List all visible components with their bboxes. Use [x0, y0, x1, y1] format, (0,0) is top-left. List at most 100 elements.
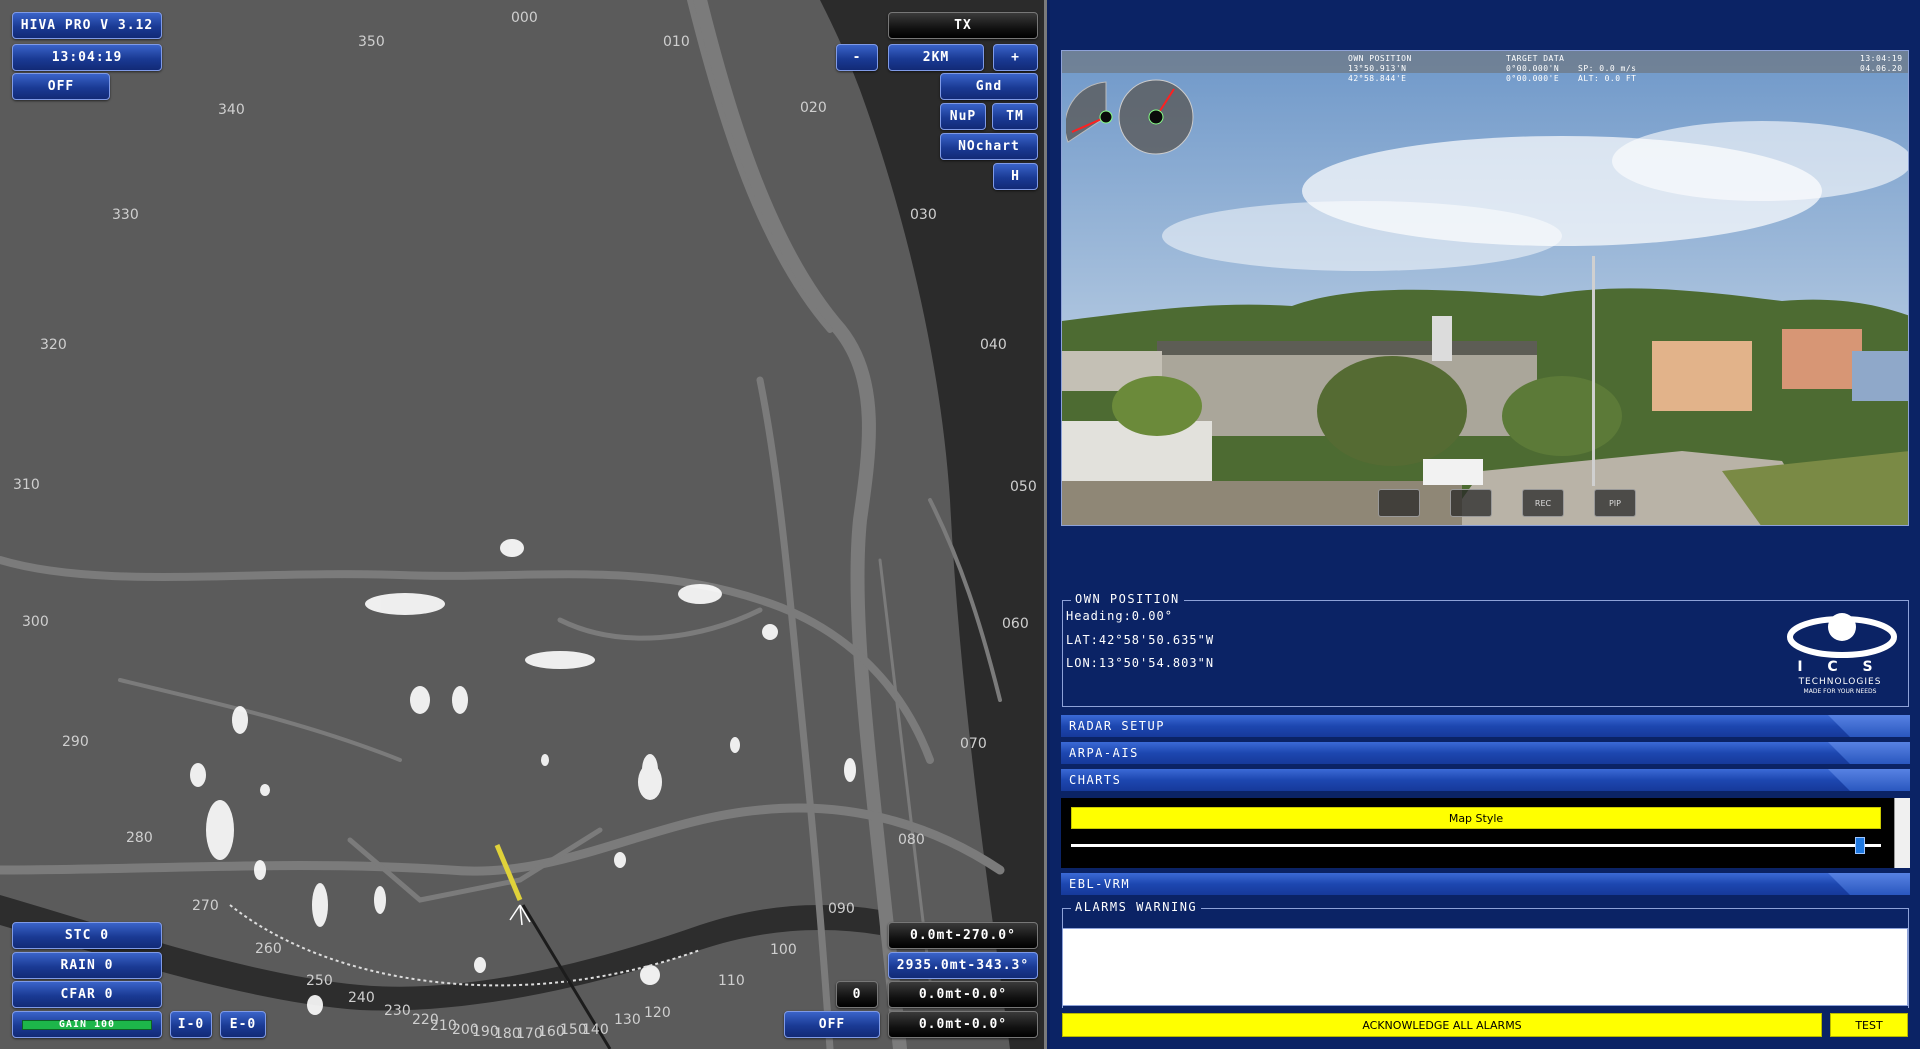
range-display: 2KM: [888, 44, 984, 71]
bearing-label: 350: [358, 34, 385, 50]
radar-setup-section[interactable]: RADAR SETUP: [1061, 715, 1910, 737]
camera-down-button[interactable]: [1450, 489, 1492, 517]
bearing-label: 310: [13, 477, 40, 493]
camera-own-position-label: OWN POSITION: [1348, 54, 1412, 63]
camera-feed[interactable]: OWN POSITION 13°50.913'N 42°58.844'E TAR…: [1061, 50, 1909, 526]
ics-logo-icon: [1787, 613, 1897, 658]
map-style-slider-track[interactable]: [1071, 844, 1881, 847]
camera-target-lat: 0°00.000'N: [1506, 64, 1560, 73]
bearing-label: 070: [960, 736, 987, 752]
radar-map: [0, 0, 1044, 1049]
ics-logo-name: TECHNOLOGIES: [1798, 677, 1882, 687]
bearing-label: 270: [192, 898, 219, 914]
radar-setup-label: RADAR SETUP: [1069, 719, 1165, 733]
bearing-label: 000: [511, 10, 538, 26]
range-decrease-button[interactable]: -: [836, 44, 878, 71]
ebl-vrm-label: EBL-VRM: [1069, 877, 1131, 891]
bearing-label: 100: [770, 942, 797, 958]
bearing-label: 330: [112, 207, 139, 223]
bearing-label: 260: [255, 941, 282, 957]
bearing-label: 060: [1002, 616, 1029, 632]
camera-target-lon: 0°00.000'E: [1506, 74, 1560, 83]
camera-header-overlay: [1062, 51, 1908, 73]
h-button[interactable]: H: [993, 163, 1038, 190]
arpa-ais-section[interactable]: ARPA-AIS: [1061, 742, 1910, 764]
gnd-button[interactable]: Gnd: [940, 73, 1038, 100]
bearing-label: 300: [22, 614, 49, 630]
clock-display: 13:04:19: [12, 44, 162, 71]
eo-button[interactable]: E-0: [220, 1011, 266, 1038]
camera-target-speed: SP: 0.0 m/s: [1578, 64, 1637, 73]
camera-time: 13:04:19: [1860, 54, 1903, 63]
charts-section[interactable]: CHARTS: [1061, 769, 1910, 791]
heading-value: Heading:0.00°: [1066, 609, 1173, 623]
bearing-label: 010: [663, 34, 690, 50]
off-bottom-button[interactable]: OFF: [784, 1011, 880, 1038]
readout-3: 0.0mt-0.0°: [888, 981, 1038, 1008]
tx-button[interactable]: TX: [888, 12, 1038, 39]
bearing-label: 110: [718, 973, 745, 989]
off-toggle-button[interactable]: OFF: [12, 73, 110, 100]
rain-button[interactable]: RAIN 0: [12, 952, 162, 979]
bearing-label: 340: [218, 102, 245, 118]
map-style-button[interactable]: Map Style: [1071, 807, 1881, 829]
north-up-button[interactable]: NuP: [940, 103, 986, 130]
bearing-label: 220: [412, 1012, 439, 1028]
ics-logo-tagline: MADE FOR YOUR NEEDS: [1803, 688, 1877, 695]
bearing-label: 230: [384, 1003, 411, 1019]
no-chart-button[interactable]: NOchart: [940, 133, 1038, 160]
camera-up-button[interactable]: [1378, 489, 1420, 517]
camera-target-altitude: ALT: 0.0 FT: [1578, 74, 1637, 83]
cfar-button[interactable]: CFAR 0: [12, 981, 162, 1008]
version-button[interactable]: HIVA PRO V 3.12: [12, 12, 162, 39]
latitude-value: LAT:42°58'50.635"W: [1066, 633, 1215, 647]
bearing-label: 280: [126, 830, 153, 846]
own-position-title: OWN POSITION: [1071, 592, 1184, 606]
radar-display[interactable]: 000 010 020 030 040 050 060 070 080 090 …: [0, 0, 1047, 1049]
acknowledge-all-alarms-button[interactable]: ACKNOWLEDGE ALL ALARMS: [1062, 1013, 1822, 1037]
charts-expander[interactable]: [1828, 769, 1910, 791]
app-root: 000 010 020 030 040 050 060 070 080 090 …: [0, 0, 1920, 1049]
ebl-vrm-section[interactable]: EBL-VRM: [1061, 873, 1910, 895]
arpa-ais-label: ARPA-AIS: [1069, 746, 1139, 760]
map-style-slider-handle[interactable]: [1855, 837, 1865, 854]
gain-button[interactable]: GAIN 100: [12, 1011, 162, 1038]
alarms-title: ALARMS WARNING: [1071, 900, 1202, 914]
bearing-label: 120: [644, 1005, 671, 1021]
readout-1: 0.0mt-270.0°: [888, 922, 1038, 949]
bearing-label: 240: [348, 990, 375, 1006]
camera-own-lon: 42°58.844'E: [1348, 74, 1407, 83]
camera-rec-button[interactable]: REC: [1522, 489, 1564, 517]
zero-button[interactable]: 0: [836, 981, 878, 1008]
bearing-label: 130: [614, 1012, 641, 1028]
bearing-label: 320: [40, 337, 67, 353]
test-alarm-button[interactable]: TEST: [1830, 1013, 1908, 1037]
bearing-label: 250: [306, 973, 333, 989]
readout-2: 2935.0mt-343.3°: [888, 952, 1038, 979]
ptz-gauges: [1066, 79, 1194, 155]
stc-button[interactable]: STC 0: [12, 922, 162, 949]
camera-pip-button[interactable]: PIP: [1594, 489, 1636, 517]
io-button[interactable]: I-0: [170, 1011, 212, 1038]
charts-scrollbar[interactable]: [1894, 798, 1910, 868]
radar-setup-expander[interactable]: [1828, 715, 1910, 737]
bearing-label: 090: [828, 901, 855, 917]
camera-own-lat: 13°50.913'N: [1348, 64, 1407, 73]
own-position-group: OWN POSITION Heading:0.00° LAT:42°58'50.…: [1062, 592, 1909, 707]
true-motion-button[interactable]: TM: [992, 103, 1038, 130]
control-panel: OWN POSITION 13°50.913'N 42°58.844'E TAR…: [1050, 0, 1920, 1049]
bearing-label: 290: [62, 734, 89, 750]
charts-label: CHARTS: [1069, 773, 1122, 787]
bearing-label: 020: [800, 100, 827, 116]
camera-date: 04.06.20: [1860, 64, 1903, 73]
readout-4: 0.0mt-0.0°: [888, 1011, 1038, 1038]
ebl-vrm-expander[interactable]: [1828, 873, 1910, 895]
arpa-ais-expander[interactable]: [1828, 742, 1910, 764]
bearing-label: 030: [910, 207, 937, 223]
alarms-list[interactable]: [1062, 928, 1908, 1006]
longitude-value: LON:13°50'54.803"N: [1066, 656, 1215, 670]
range-increase-button[interactable]: +: [993, 44, 1038, 71]
gain-level-bar: GAIN 100: [22, 1019, 152, 1030]
ics-logo: I C S TECHNOLOGIES MADE FOR YOUR NEEDS: [1780, 609, 1900, 699]
charts-panel: Map Style: [1061, 798, 1910, 868]
